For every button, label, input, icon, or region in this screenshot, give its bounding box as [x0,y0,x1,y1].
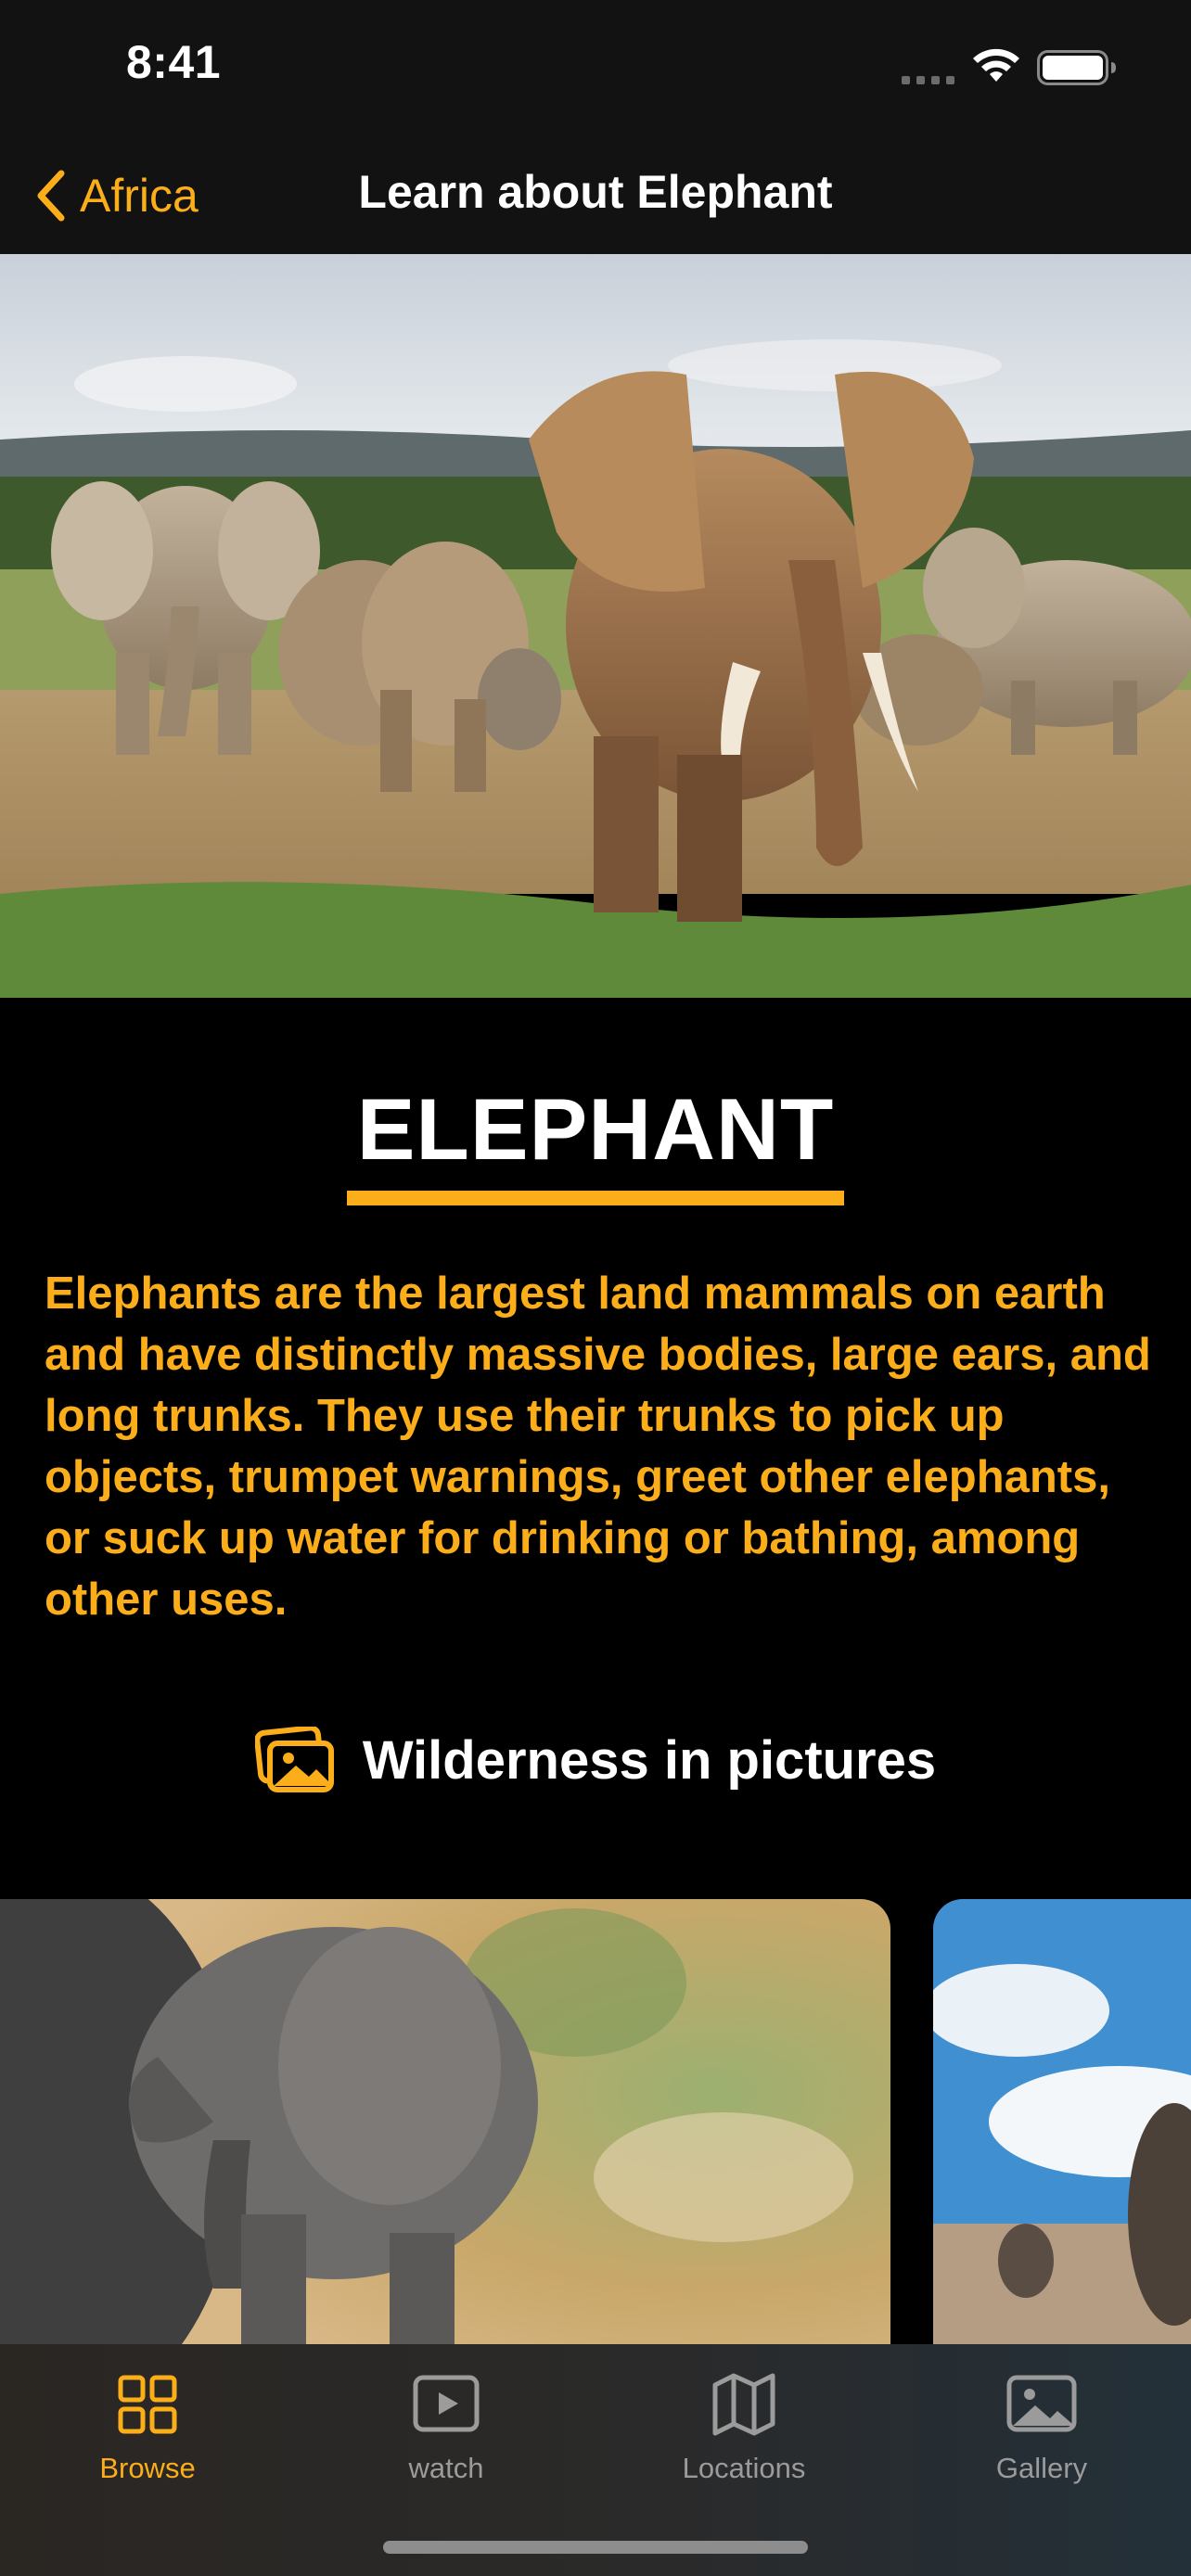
status-time: 8:41 [126,36,222,88]
play-icon [413,2375,480,2432]
gallery-heading: Wilderness in pictures [0,1727,1191,1793]
gallery-carousel[interactable] [0,1899,1191,2344]
signal-icon [902,76,954,84]
tab-locations[interactable]: Locations [651,2368,837,2507]
photo-icon [1006,2375,1077,2432]
tab-label: Locations [682,2452,806,2484]
elephants-under-blue-sky-photo[interactable] [933,1899,1191,2344]
home-indicator [383,2541,808,2554]
baby-elephant-photo[interactable] [0,1899,890,2344]
tab-label: Browse [99,2452,196,2484]
title-underline [347,1191,844,1205]
grid-icon [118,2375,177,2434]
tab-label: watch [408,2452,484,2484]
elephant-herd-photo [0,254,1191,998]
animal-description: Elephants are the largest land mammals o… [45,1269,1151,1625]
navigation-bar: Africa Learn about Elephant [0,137,1191,254]
wifi-icon [973,48,1019,82]
tab-browse[interactable]: Browse [55,2368,240,2507]
photos-icon [254,1727,334,1792]
tab-gallery[interactable]: Gallery [949,2368,1134,2507]
animal-title: ELEPHANT [356,1080,835,1178]
map-icon [712,2373,775,2436]
tab-label: Gallery [995,2452,1088,2484]
gallery-heading-text: Wilderness in pictures [362,1729,937,1791]
status-bar: 8:41 [0,0,1191,137]
battery-icon [1037,50,1116,85]
tab-watch[interactable]: watch [353,2368,539,2507]
page-title: Learn about Elephant [358,166,833,218]
